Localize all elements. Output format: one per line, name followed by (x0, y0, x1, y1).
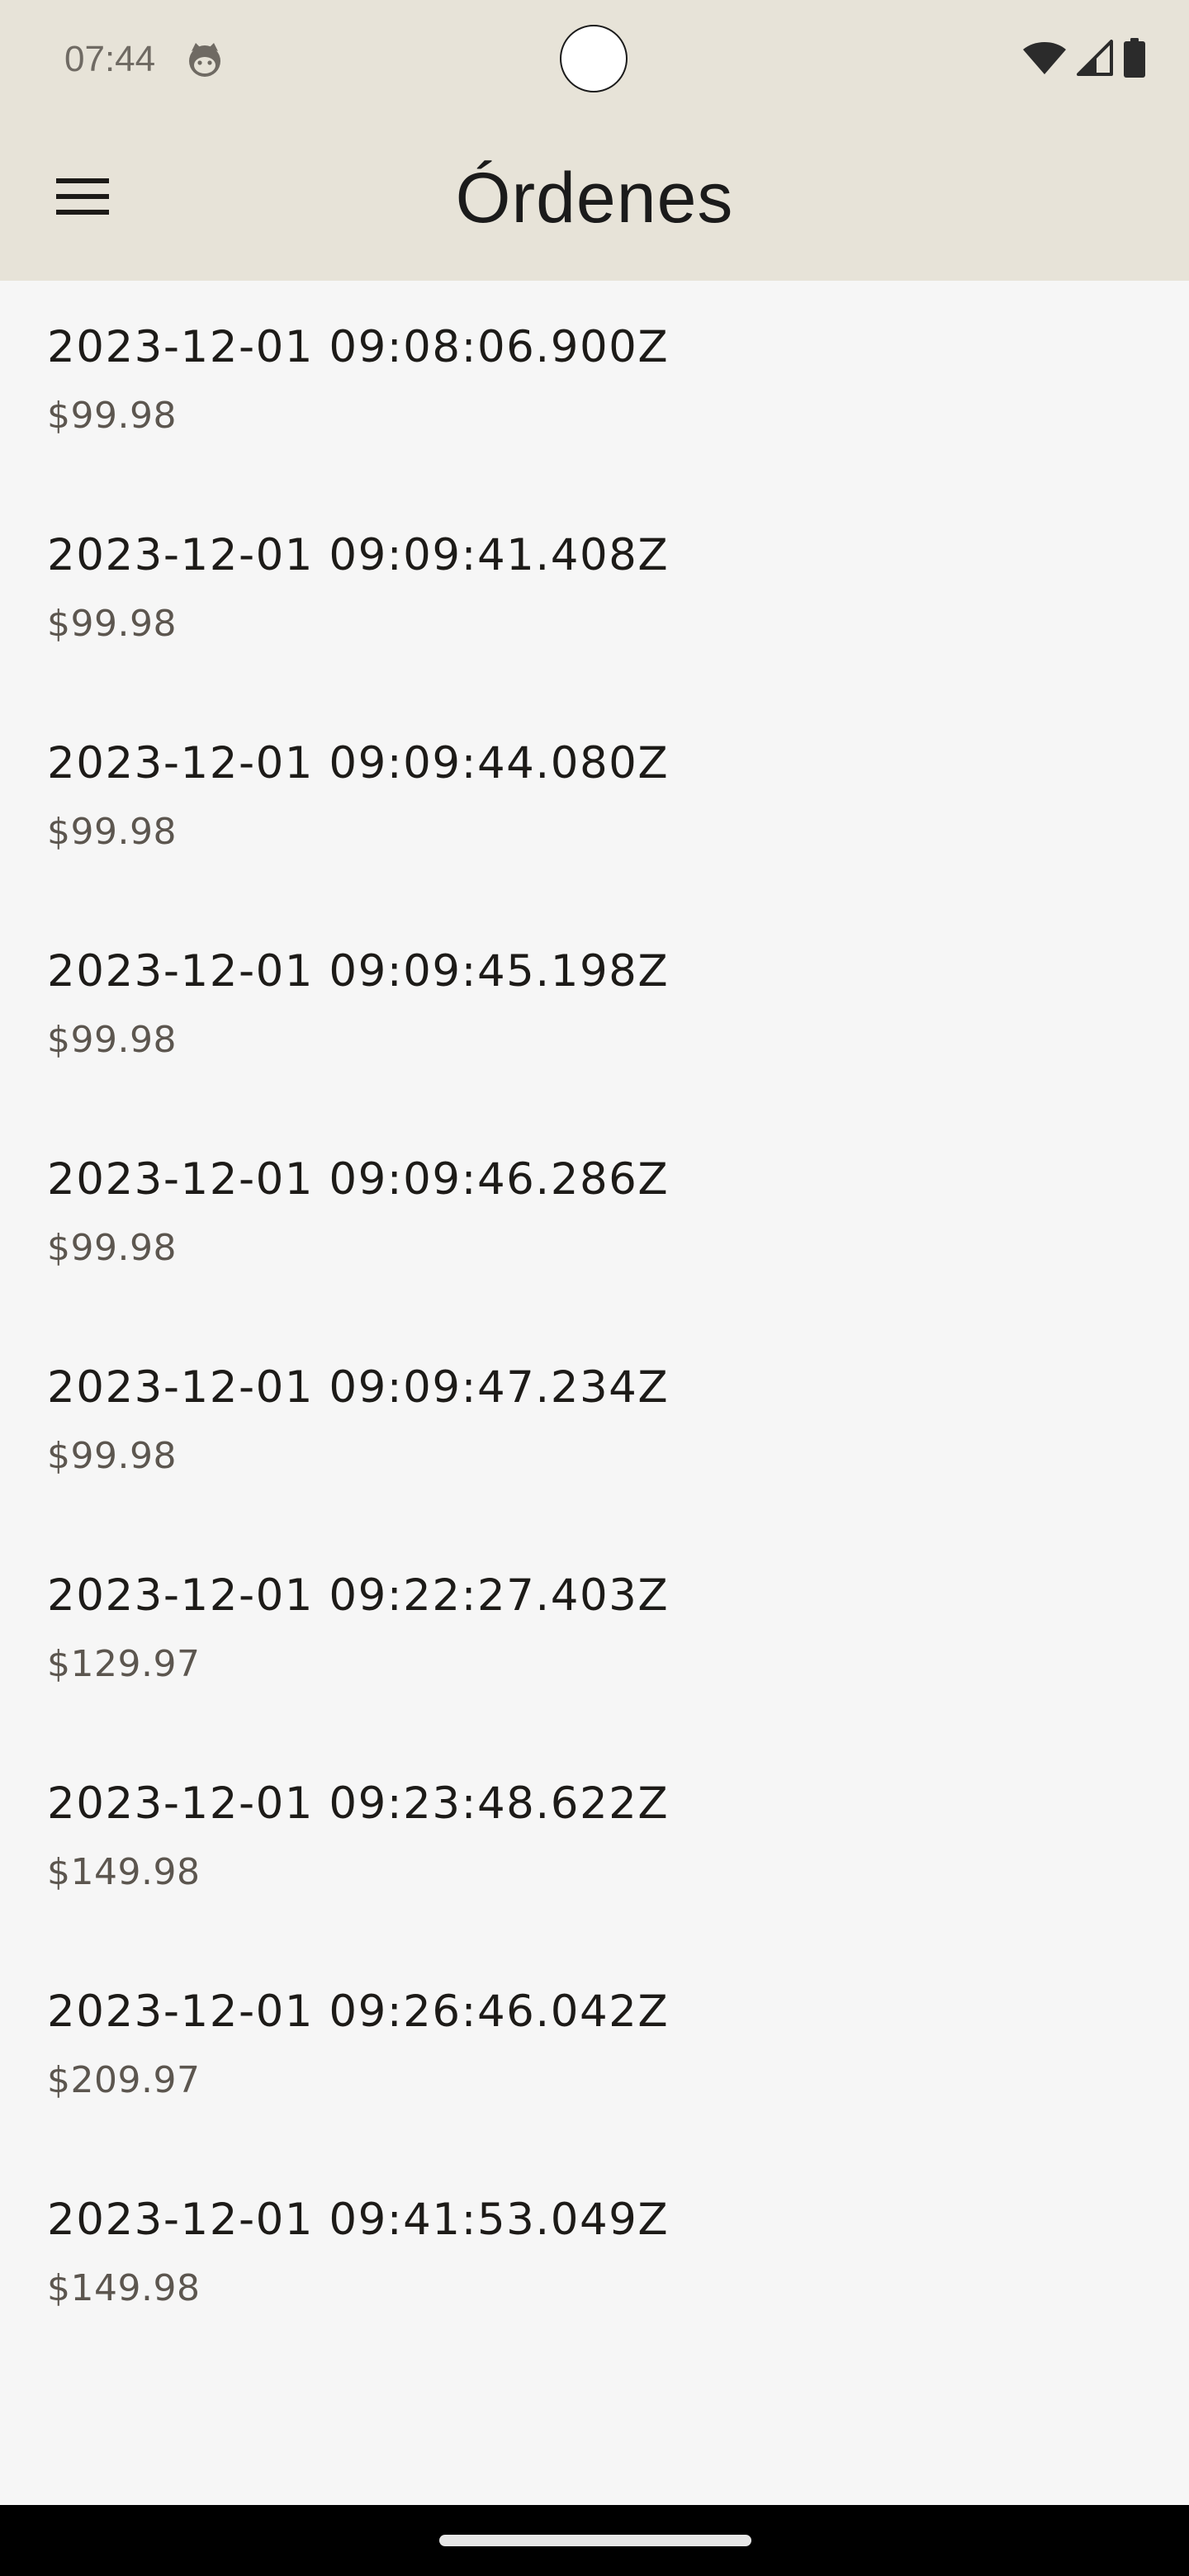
order-date: 2023-12-01 09:09:46.286Z (47, 1154, 670, 1205)
signal-icon (1077, 40, 1113, 79)
home-indicator[interactable] (439, 2535, 751, 2546)
order-list-item[interactable]: 2023-12-01 09:09:46.286Z $99.98 (0, 1113, 1189, 1321)
order-total: $99.98 (47, 395, 177, 437)
order-date: 2023-12-01 09:22:27.403Z (47, 1570, 670, 1621)
top-app-bar: 07:44 Órdenes (0, 0, 1189, 281)
navigation-bar (0, 2505, 1189, 2576)
app-screen: 07:44 Órdenes 2023-12-01 09:08:06.900Z $… (0, 0, 1189, 2576)
order-date: 2023-12-01 09:09:44.080Z (47, 738, 670, 788)
order-total: $209.97 (47, 2059, 201, 2101)
order-date: 2023-12-01 09:08:06.900Z (47, 322, 670, 372)
app-header: Órdenes (0, 116, 1189, 281)
order-total: $99.98 (47, 811, 177, 853)
status-time: 07:44 (64, 39, 156, 79)
order-list-item[interactable]: 2023-12-01 09:09:44.080Z $99.98 (0, 697, 1189, 905)
wifi-icon (1022, 40, 1067, 79)
order-total: $149.98 (47, 1851, 201, 1893)
order-list-item[interactable]: 2023-12-01 09:26:46.042Z $209.97 (0, 1945, 1189, 2153)
order-date: 2023-12-01 09:26:46.042Z (47, 1986, 670, 2037)
order-list-item[interactable]: 2023-12-01 09:09:45.198Z $99.98 (0, 905, 1189, 1113)
order-total: $129.97 (47, 1643, 201, 1685)
order-list-item[interactable]: 2023-12-01 09:23:48.622Z $149.98 (0, 1737, 1189, 1945)
hamburger-menu-icon (56, 176, 109, 220)
order-date: 2023-12-01 09:23:48.622Z (47, 1778, 670, 1829)
order-list-item[interactable]: 2023-12-01 09:09:47.234Z $99.98 (0, 1321, 1189, 1529)
order-list-item[interactable]: 2023-12-01 09:41:53.049Z $149.98 (0, 2153, 1189, 2361)
battery-icon (1123, 38, 1146, 81)
order-date: 2023-12-01 09:09:41.408Z (47, 530, 670, 580)
page-title: Órdenes (455, 159, 734, 238)
order-date: 2023-12-01 09:41:53.049Z (47, 2195, 670, 2245)
menu-button[interactable] (43, 159, 122, 238)
status-icons (1022, 38, 1146, 81)
order-total: $99.98 (47, 1435, 177, 1477)
order-date: 2023-12-01 09:09:47.234Z (47, 1362, 670, 1413)
order-total: $149.98 (47, 2267, 201, 2309)
status-bar: 07:44 (0, 0, 1189, 116)
order-list-item[interactable]: 2023-12-01 09:09:41.408Z $99.98 (0, 489, 1189, 697)
order-list: 2023-12-01 09:08:06.900Z $99.98 2023-12-01… (0, 281, 1189, 2361)
order-total: $99.98 (47, 1019, 177, 1061)
order-list-item[interactable]: 2023-12-01 09:08:06.900Z $99.98 (0, 281, 1189, 489)
order-total: $99.98 (47, 603, 177, 645)
camera-cutout (560, 25, 628, 92)
order-date: 2023-12-01 09:09:45.198Z (47, 946, 670, 997)
order-total: $99.98 (47, 1227, 177, 1269)
cat-notification-icon (185, 40, 225, 79)
order-list-item[interactable]: 2023-12-01 09:22:27.403Z $129.97 (0, 1529, 1189, 1737)
